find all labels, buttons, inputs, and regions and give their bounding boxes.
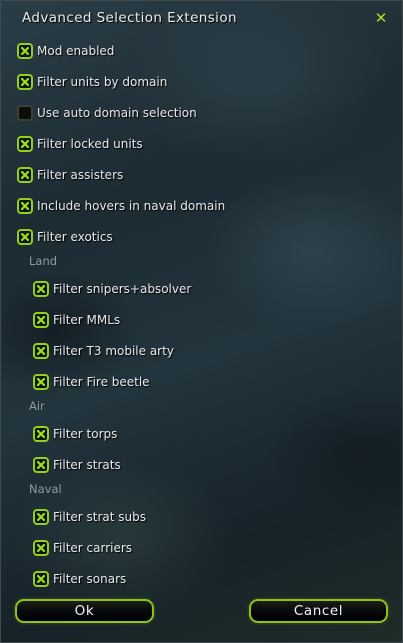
option-filter-t3-mobile-arty[interactable]: Filter T3 mobile arty	[33, 340, 174, 362]
option-mod-enabled[interactable]: Mod enabled	[17, 40, 114, 62]
option-include-hovers-naval[interactable]: Include hovers in naval domain	[17, 195, 225, 217]
checkbox-checked-icon[interactable]	[17, 136, 33, 152]
option-label: Filter strat subs	[53, 510, 147, 524]
dialog-window: Advanced Selection Extension ✕ Mod enabl…	[0, 0, 403, 643]
checkbox-checked-icon[interactable]	[33, 571, 49, 587]
option-label: Filter units by domain	[37, 75, 168, 89]
ok-button[interactable]: Ok	[15, 599, 154, 623]
option-filter-assisters[interactable]: Filter assisters	[17, 164, 123, 186]
checkbox-checked-icon[interactable]	[33, 374, 49, 390]
section-heading-naval: Naval	[29, 482, 62, 496]
option-filter-fire-beetle[interactable]: Filter Fire beetle	[33, 371, 150, 393]
checkbox-checked-icon[interactable]	[33, 509, 49, 525]
checkbox-checked-icon[interactable]	[33, 281, 49, 297]
option-label: Mod enabled	[37, 44, 115, 58]
checkbox-checked-icon[interactable]	[33, 343, 49, 359]
option-filter-locked-units[interactable]: Filter locked units	[17, 133, 143, 155]
option-filter-snipers-absolver[interactable]: Filter snipers+absolver	[33, 278, 191, 300]
option-label: Filter sonars	[53, 572, 127, 586]
option-filter-carriers[interactable]: Filter carriers	[33, 537, 132, 559]
option-use-auto-domain-selection[interactable]: Use auto domain selection	[17, 102, 197, 124]
option-filter-torps[interactable]: Filter torps	[33, 423, 117, 445]
checkbox-checked-icon[interactable]	[17, 229, 33, 245]
option-label: Filter torps	[53, 427, 118, 441]
option-label: Filter assisters	[37, 168, 124, 182]
option-label: Filter exotics	[37, 230, 113, 244]
checkbox-checked-icon[interactable]	[33, 312, 49, 328]
checkbox-checked-icon[interactable]	[33, 457, 49, 473]
checkbox-checked-icon[interactable]	[33, 426, 49, 442]
option-label: Filter strats	[53, 458, 121, 472]
option-label: Filter carriers	[53, 541, 133, 555]
option-filter-strats[interactable]: Filter strats	[33, 454, 121, 476]
option-label: Use auto domain selection	[37, 106, 197, 120]
checkbox-checked-icon[interactable]	[17, 198, 33, 214]
checkbox-unchecked-icon[interactable]	[17, 105, 33, 121]
option-filter-strat-subs[interactable]: Filter strat subs	[33, 506, 146, 528]
option-label: Filter MMLs	[53, 313, 121, 327]
checkbox-checked-icon[interactable]	[17, 167, 33, 183]
checkbox-checked-icon[interactable]	[17, 74, 33, 90]
checkbox-checked-icon[interactable]	[33, 540, 49, 556]
option-filter-mmls[interactable]: Filter MMLs	[33, 309, 120, 331]
section-heading-air: Air	[29, 399, 45, 413]
option-label: Filter Fire beetle	[53, 375, 150, 389]
section-heading-land: Land	[29, 254, 58, 268]
option-label: Filter snipers+absolver	[53, 282, 192, 296]
option-filter-units-by-domain[interactable]: Filter units by domain	[17, 71, 167, 93]
option-filter-sonars[interactable]: Filter sonars	[33, 568, 126, 590]
option-label: Filter locked units	[37, 137, 143, 151]
close-icon[interactable]: ✕	[373, 10, 389, 26]
window-title: Advanced Selection Extension	[22, 10, 237, 26]
cancel-button[interactable]: Cancel	[249, 599, 388, 623]
option-label: Include hovers in naval domain	[37, 199, 226, 213]
option-filter-exotics[interactable]: Filter exotics	[17, 226, 113, 248]
option-label: Filter T3 mobile arty	[53, 344, 174, 358]
checkbox-checked-icon[interactable]	[17, 43, 33, 59]
